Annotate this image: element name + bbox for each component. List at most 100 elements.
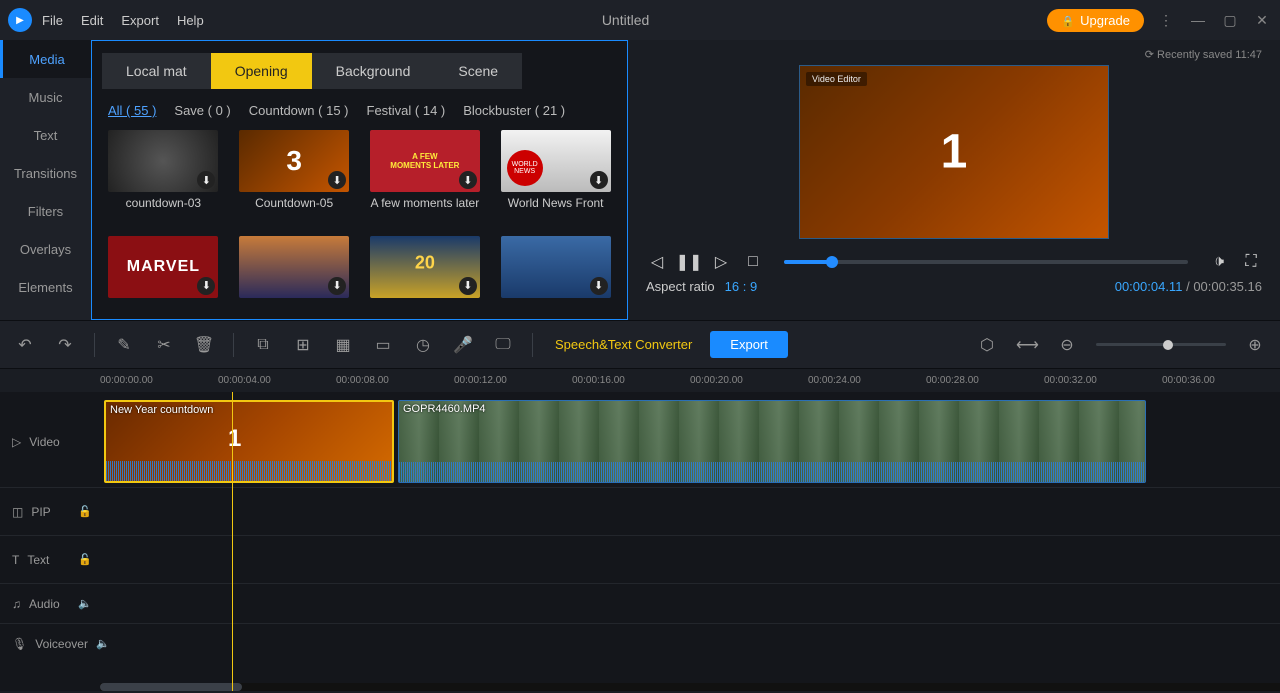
cat-all[interactable]: All ( 55 )	[108, 103, 156, 118]
sidebar-tab-elements[interactable]: Elements	[0, 268, 91, 306]
sidebar-tab-overlays[interactable]: Overlays	[0, 230, 91, 268]
seek-slider[interactable]	[784, 260, 1188, 264]
zoom-in-icon[interactable]: ⊕	[1244, 335, 1266, 355]
download-icon[interactable]: ⬇	[590, 277, 608, 295]
document-title: Untitled	[204, 12, 1048, 28]
track-video: ▷Video New Year countdown 1 GOPR4460.MP4	[0, 392, 1280, 487]
fit-icon[interactable]: ⟷	[1016, 335, 1038, 355]
zoom-slider[interactable]	[1096, 343, 1226, 346]
clip-gopro[interactable]: GOPR4460.MP4	[398, 400, 1146, 483]
mat-tab-background[interactable]: Background	[312, 53, 435, 89]
mat-tab-scene[interactable]: Scene	[434, 53, 522, 89]
time-ruler[interactable]: 00:00:00.00 00:00:04.00 00:00:08.00 00:0…	[0, 368, 1280, 392]
download-icon[interactable]: ⬇	[197, 171, 215, 189]
duration-icon[interactable]: ◷	[412, 335, 434, 355]
lock-track-icon[interactable]: 🔓	[78, 553, 92, 566]
prev-frame-button[interactable]: ◁	[646, 251, 668, 273]
cut-icon[interactable]: ✂	[153, 335, 175, 355]
pause-button[interactable]: ❚❚	[678, 251, 700, 273]
grid-icon[interactable]: ▦	[332, 335, 354, 355]
asset-label: Countdown-05	[255, 196, 333, 210]
asset-thumb[interactable]: ⬇	[108, 130, 218, 192]
redo-icon[interactable]: ↷	[54, 335, 76, 355]
export-button[interactable]: Export	[710, 331, 788, 358]
mic-icon[interactable]: 🎤	[452, 335, 474, 355]
preview-player[interactable]: Video Editor	[799, 65, 1109, 239]
watermark: Video Editor	[806, 72, 867, 86]
clock-icon: ⟳	[1145, 48, 1154, 61]
timeline-toolbar: ↶ ↷ ✎ ✂ 🗑 ⧉ ⊞ ▦ ▭ ◷ 🎤 🖵 Speech&Text Conv…	[0, 320, 1280, 368]
asset-thumb[interactable]: ⬇	[239, 236, 349, 298]
cat-festival[interactable]: Festival ( 14 )	[367, 103, 446, 118]
freeze-icon[interactable]: ▭	[372, 335, 394, 355]
download-icon[interactable]: ⬇	[459, 171, 477, 189]
asset-grid: ⬇countdown-03 3⬇Countdown-05 A FEW MOMEN…	[92, 126, 627, 319]
timeline-tracks: ▷Video New Year countdown 1 GOPR4460.MP4…	[0, 392, 1280, 691]
mat-tab-local[interactable]: Local mat	[102, 53, 211, 89]
lock-track-icon[interactable]: 🔓	[78, 505, 92, 518]
screen-icon[interactable]: 🖵	[492, 336, 514, 354]
asset-thumb[interactable]: MARVEL⬇	[108, 236, 218, 298]
download-icon[interactable]: ⬇	[328, 277, 346, 295]
asset-thumb[interactable]: A FEW MOMENTS LATER⬇	[370, 130, 480, 192]
delete-icon[interactable]: 🗑	[193, 335, 215, 355]
sidebar-tab-music[interactable]: Music	[0, 78, 91, 116]
fullscreen-icon[interactable]: ⛶	[1240, 251, 1262, 273]
seek-thumb[interactable]	[826, 256, 838, 268]
stop-button[interactable]: □	[742, 251, 764, 273]
download-icon[interactable]: ⬇	[459, 277, 477, 295]
asset-thumb[interactable]: 20⬇	[370, 236, 480, 298]
asset-thumb[interactable]: 3⬇	[239, 130, 349, 192]
asset-thumb[interactable]: WORLDNEWS⬇	[501, 130, 611, 192]
zoom-out-icon[interactable]: ⊖	[1056, 335, 1078, 355]
cat-countdown[interactable]: Countdown ( 15 )	[249, 103, 349, 118]
menu-help[interactable]: Help	[177, 13, 204, 28]
sidebar-tab-text[interactable]: Text	[0, 116, 91, 154]
edit-icon[interactable]: ✎	[113, 335, 135, 355]
upgrade-button[interactable]: Upgrade	[1047, 9, 1144, 32]
marker-icon[interactable]: ⬡	[976, 335, 998, 355]
menu-edit[interactable]: Edit	[81, 13, 103, 28]
menu-file[interactable]: File	[42, 13, 63, 28]
mosaic-icon[interactable]: ⊞	[292, 335, 314, 355]
menu-export[interactable]: Export	[121, 13, 159, 28]
waveform	[399, 462, 1145, 482]
asset-label: A few moments later	[371, 196, 480, 210]
volume-icon[interactable]: 🕩	[1208, 251, 1230, 273]
undo-icon[interactable]: ↶	[14, 335, 36, 355]
text-icon: T	[12, 553, 19, 567]
download-icon[interactable]: ⬇	[197, 277, 215, 295]
maximize-button[interactable]: ▢	[1220, 12, 1240, 29]
horizontal-scrollbar[interactable]	[100, 683, 1280, 691]
asset-thumb[interactable]: ⬇	[501, 236, 611, 298]
zoom-thumb[interactable]	[1163, 340, 1173, 350]
mic-icon: 🎙	[12, 637, 27, 651]
download-icon[interactable]: ⬇	[328, 171, 346, 189]
sidebar-tab-media[interactable]: Media	[0, 40, 91, 78]
more-icon[interactable]: ⋮	[1156, 12, 1176, 29]
sidebar-tab-filters[interactable]: Filters	[0, 192, 91, 230]
audio-icon: ♫	[12, 597, 21, 611]
video-icon: ▷	[12, 435, 21, 449]
pip-icon: ◫	[12, 505, 23, 519]
crop-icon[interactable]: ⧉	[252, 336, 274, 354]
track-pip: ◫PIP🔓	[0, 487, 1280, 535]
sidebar-tab-transitions[interactable]: Transitions	[0, 154, 91, 192]
mat-tab-opening[interactable]: Opening	[211, 53, 312, 89]
download-icon[interactable]: ⬇	[590, 171, 608, 189]
speech-text-button[interactable]: Speech&Text Converter	[555, 337, 692, 352]
asset-label: World News Front	[508, 196, 604, 210]
minimize-button[interactable]: —	[1188, 12, 1208, 28]
clip-countdown[interactable]: New Year countdown 1	[104, 400, 394, 483]
scrollbar-handle[interactable]	[100, 683, 242, 691]
close-button[interactable]: ✕	[1252, 12, 1272, 29]
aspect-label: Aspect ratio	[646, 279, 715, 294]
menubar: File Edit Export Help	[42, 13, 204, 28]
next-frame-button[interactable]: ▷	[710, 251, 732, 273]
mute-icon[interactable]: 🔈	[78, 597, 92, 610]
playhead[interactable]	[232, 392, 233, 691]
aspect-value[interactable]: 16 : 9	[725, 279, 758, 294]
cat-blockbuster[interactable]: Blockbuster ( 21 )	[463, 103, 565, 118]
clip-label: New Year countdown	[110, 404, 213, 416]
cat-save[interactable]: Save ( 0 )	[174, 103, 230, 118]
